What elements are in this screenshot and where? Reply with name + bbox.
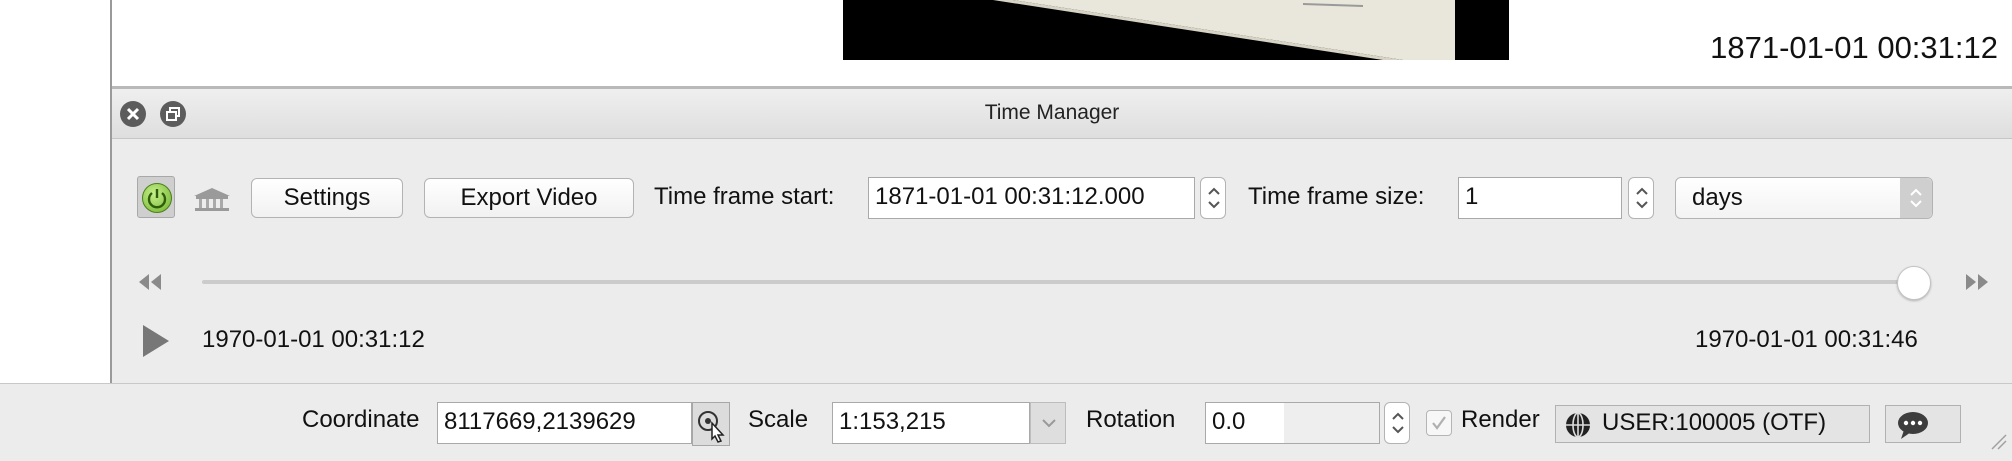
timeline-start-time: 1970-01-01 00:31:12 [202, 326, 425, 353]
rotation-field[interactable]: 0.0 [1205, 402, 1380, 444]
messages-button[interactable] [1885, 405, 1961, 443]
time-frame-start-input[interactable]: 1871-01-01 00:31:12.000 [868, 177, 1195, 219]
export-video-button[interactable]: Export Video [424, 178, 634, 218]
crs-button[interactable]: USER:100005 (OTF) [1555, 405, 1870, 443]
stepper-arrows-icon [1208, 187, 1220, 209]
map-canvas[interactable]: 1871-01-01 00:31:12 [112, 0, 2012, 89]
scale-combobox[interactable]: 1:153,215 [832, 402, 1030, 444]
resize-grip-icon[interactable] [1986, 429, 2008, 456]
time-frame-size-label: Time frame size: [1248, 183, 1425, 210]
chevron-down-icon [1042, 419, 1056, 428]
stepper-arrows-icon [1392, 412, 1404, 434]
speech-bubble-icon [1896, 410, 1930, 445]
power-icon [142, 183, 172, 213]
mouse-pointer-icon [698, 411, 725, 443]
time-frame-size-stepper[interactable] [1628, 177, 1654, 219]
render-checkbox[interactable] [1426, 410, 1452, 436]
render-label: Render [1461, 406, 1540, 433]
rotation-label: Rotation [1086, 406, 1176, 433]
settings-button[interactable]: Settings [251, 178, 403, 218]
extents-toggle-button[interactable] [692, 402, 730, 446]
globe-icon [1564, 411, 1592, 444]
fast-forward-icon[interactable] [1964, 272, 1990, 297]
time-frame-size-input[interactable]: 1 [1458, 177, 1622, 219]
coordinate-field[interactable]: 8117669,2139629 [437, 402, 692, 444]
rewind-icon[interactable] [137, 272, 163, 297]
coordinate-label: Coordinate [302, 406, 420, 433]
timeline-slider-handle[interactable] [1897, 266, 1931, 300]
power-toggle-button[interactable] [137, 176, 175, 218]
map-raster-image [843, 0, 1509, 60]
time-unit-select[interactable]: days [1675, 177, 1933, 219]
crs-label: USER:100005 (OTF) [1602, 409, 1827, 436]
archive-icon[interactable] [192, 186, 232, 217]
left-panel [0, 0, 112, 383]
dock-title: Time Manager [984, 101, 1120, 124]
stepper-arrows-icon [1636, 187, 1648, 209]
scale-dropdown-button[interactable] [1030, 402, 1066, 444]
time-unit-value: days [1692, 184, 1743, 211]
timeline-end-time: 1970-01-01 00:31:46 [1695, 326, 1918, 353]
check-icon [1432, 416, 1446, 430]
scale-label: Scale [748, 406, 809, 433]
dock-title-bar[interactable]: Time Manager [112, 89, 2012, 139]
rotation-stepper[interactable] [1384, 402, 1410, 444]
timeline-slider-track[interactable] [202, 280, 1924, 284]
select-arrows-icon [1900, 178, 1932, 218]
canvas-timestamp-label: 1871-01-01 00:31:12 [1710, 30, 1998, 65]
time-frame-start-stepper[interactable] [1200, 177, 1226, 219]
play-icon[interactable] [141, 323, 171, 364]
time-frame-start-label: Time frame start: [654, 183, 835, 210]
